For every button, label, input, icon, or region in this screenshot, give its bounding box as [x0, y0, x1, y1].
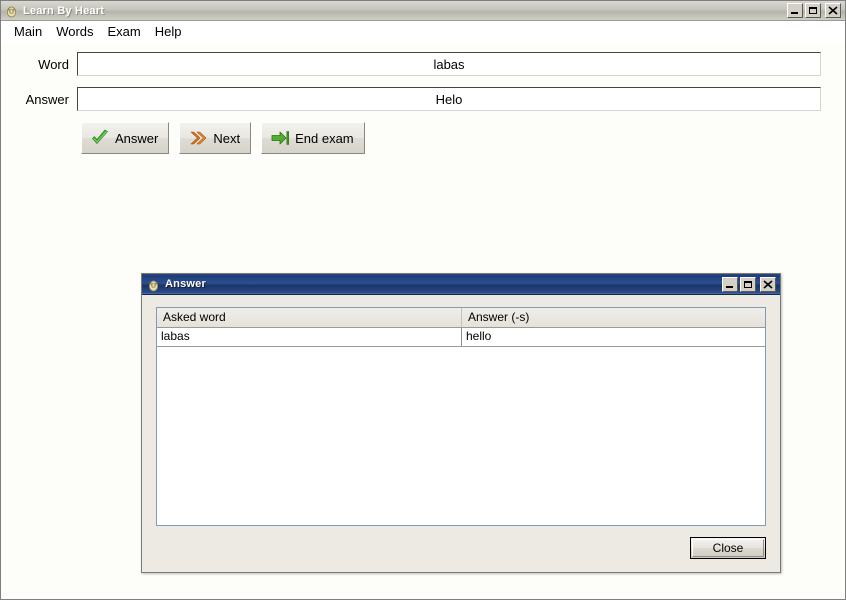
menu-item-main[interactable]: Main [7, 22, 49, 42]
green-arrow-to-bar-icon [271, 131, 290, 145]
end-exam-button[interactable]: End exam [261, 122, 365, 154]
column-header-asked-word[interactable]: Asked word [157, 308, 462, 327]
action-button-row: Answer Next End exam [81, 122, 365, 154]
results-grid[interactable]: Asked word Answer (-s) labas hello [156, 307, 766, 526]
answer-button-label: Answer [115, 131, 159, 146]
menubar: Main Words Exam Help [1, 21, 845, 43]
client-area: Word labas Answer Helo Answer Next End e… [1, 43, 845, 599]
app-icon [146, 277, 161, 292]
menu-item-words[interactable]: Words [49, 22, 100, 42]
close-icon [828, 6, 838, 15]
answer-input[interactable]: Helo [77, 87, 821, 111]
main-window-controls [787, 3, 843, 18]
dialog-maximize-button[interactable] [740, 276, 756, 292]
answer-dialog-window-controls [722, 276, 778, 292]
answer-label: Answer [25, 91, 69, 107]
close-button[interactable] [825, 3, 841, 18]
word-input[interactable]: labas [77, 52, 821, 76]
answer-dialog-title: Answer [165, 278, 206, 290]
word-label: Word [38, 56, 69, 72]
menu-item-exam[interactable]: Exam [101, 22, 148, 42]
close-icon [763, 279, 773, 289]
end-exam-button-label: End exam [295, 131, 354, 146]
answer-button[interactable]: Answer [81, 122, 170, 154]
main-window: Learn By Heart Main Words Exam Help Word… [0, 0, 846, 600]
cell-asked-word: labas [157, 328, 462, 346]
minimize-icon [791, 12, 798, 14]
answer-dialog-titlebar[interactable]: Answer [142, 274, 780, 295]
results-grid-empty-area [157, 347, 765, 525]
answer-dialog-body: Asked word Answer (-s) labas hello Close [142, 295, 780, 572]
dialog-close-action-button[interactable]: Close [690, 537, 766, 559]
column-header-answer[interactable]: Answer (-s) [462, 308, 765, 327]
answer-field-row: Answer Helo [1, 87, 821, 111]
orange-double-chevron-icon [191, 131, 207, 145]
results-grid-header: Asked word Answer (-s) [157, 308, 765, 328]
answer-dialog: Answer Asked word Answer (-s) labas hell… [141, 273, 781, 573]
word-field-row: Word labas [1, 52, 821, 76]
cell-answer: hello [466, 329, 492, 343]
maximize-icon [744, 280, 752, 288]
minimize-button[interactable] [787, 3, 803, 18]
answer-dialog-footer: Close [156, 526, 766, 562]
main-titlebar[interactable]: Learn By Heart [1, 1, 845, 21]
next-button[interactable]: Next [179, 122, 252, 154]
next-button-label: Next [213, 131, 241, 146]
menu-item-help[interactable]: Help [148, 22, 189, 42]
table-row[interactable]: labas hello [157, 328, 765, 347]
maximize-icon [809, 7, 817, 14]
dialog-minimize-button[interactable] [722, 276, 738, 292]
maximize-button[interactable] [805, 3, 821, 18]
green-check-icon [92, 129, 108, 144]
app-icon [4, 3, 19, 18]
dialog-close-button[interactable] [760, 276, 776, 292]
minimize-icon [726, 285, 733, 288]
main-window-title: Learn By Heart [23, 4, 105, 17]
